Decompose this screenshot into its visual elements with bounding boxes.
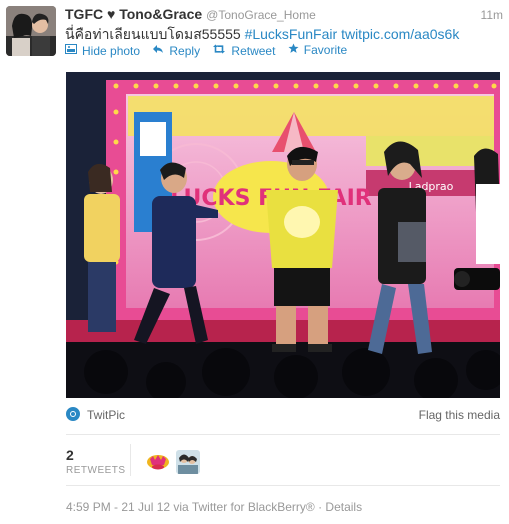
twitpic-link[interactable]: twitpic.com/aa0s6k [341,26,459,42]
twitpic-icon [66,407,80,421]
tweet-meta: 4:59 PM - 21 Jul 12 via Twitter for Blac… [66,500,362,514]
reply-button[interactable]: Reply [152,44,200,58]
favorite-label: Favorite [303,43,348,57]
flag-media-link[interactable]: Flag this media [419,408,500,422]
tweet-header: TGFC ♥ Tono&Grace @TonoGrace_Home 11m [65,6,503,24]
stage-photo: LUCKS FUN FAIR Ladprao [66,72,500,398]
retweets-label: RETWEETS [66,465,126,476]
screen-name[interactable]: @TonoGrace_Home [206,8,316,22]
retweeter-avatar[interactable] [146,450,170,474]
tweet-actions: Hide photo Reply Retweet Favorite [65,43,356,58]
meta-separator: · [318,500,323,514]
hide-photo-label: Hide photo [82,43,141,58]
favorite-button[interactable]: Favorite [288,43,347,57]
stats-divider [130,444,131,476]
retweet-count[interactable]: 2 [66,447,74,463]
retweet-icon [212,44,226,57]
retweeter-avatar[interactable] [176,450,200,474]
retweet-label: Retweet [231,43,276,58]
divider [66,434,500,435]
avatar-image [6,6,56,56]
retweet-button[interactable]: Retweet [212,44,275,58]
media-footer: TwitPic Flag this media [66,405,500,427]
hashtag-link[interactable]: #LucksFunFair [245,26,338,42]
divider [66,485,500,486]
reply-icon [152,44,164,57]
tweet-timestamp[interactable]: 4:59 PM - 21 Jul 12 via Twitter for Blac… [66,500,315,514]
details-link[interactable]: Details [325,500,362,514]
display-name[interactable]: TGFC ♥ Tono&Grace [65,6,202,22]
tweet-stats: 2 RETWEETS [66,440,500,480]
tweet-text-plain: นี่คือท่าเลียนแบบโดมส55555 [65,26,241,42]
media-provider[interactable]: TwitPic [87,408,125,422]
favorite-icon [288,43,299,57]
reply-label: Reply [169,43,201,58]
hide-photo-button[interactable]: Hide photo [65,44,140,58]
user-avatar[interactable] [6,6,56,56]
time-ago[interactable]: 11m [481,8,503,22]
tweet-photo[interactable]: LUCKS FUN FAIR Ladprao [66,72,500,398]
photo-icon [65,44,77,57]
